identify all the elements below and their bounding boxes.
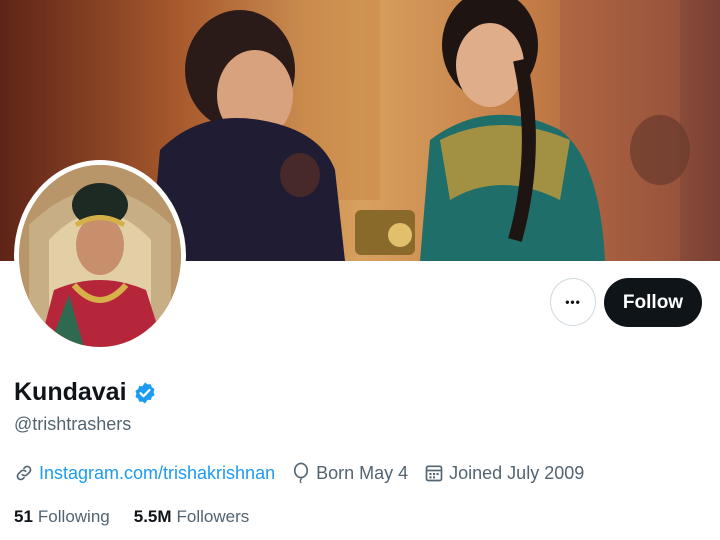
website-item: Instagram.com/trishakrishnan <box>14 463 275 484</box>
verified-badge-icon[interactable] <box>133 381 157 405</box>
joined-date: Joined July 2009 <box>449 462 585 483</box>
following-link[interactable]: 51 Following <box>14 507 110 527</box>
joined-item: Joined July 2009 <box>424 463 584 484</box>
profile-name-row: Kundavai <box>14 378 157 407</box>
followers-label: Followers <box>176 507 250 526</box>
profile-stats: 51 Following 5.5M Followers <box>14 507 273 527</box>
profile-handle: @trishtrashers <box>14 414 132 434</box>
birth-date: Born May 4 <box>316 462 409 483</box>
born-item: Born May 4 <box>291 462 408 484</box>
following-label: Following <box>37 507 110 526</box>
calendar-icon <box>425 465 443 482</box>
avatar-photo <box>19 165 181 347</box>
balloon-icon <box>294 462 309 484</box>
profile-avatar[interactable] <box>14 160 186 352</box>
following-count: 51 <box>14 507 33 526</box>
followers-link[interactable]: 5.5M Followers <box>134 507 250 527</box>
website-link[interactable]: Instagram.com/trishakrishnan <box>39 463 275 484</box>
more-options-button[interactable]: ••• <box>550 278 596 326</box>
followers-count: 5.5M <box>133 507 172 526</box>
profile-name: Kundavai <box>14 378 127 406</box>
profile-meta: Instagram.com/trishakrishnan Born May 4 … <box>14 462 600 484</box>
link-icon <box>16 465 32 481</box>
more-icon: ••• <box>565 295 581 309</box>
follow-button[interactable]: Follow <box>604 278 702 327</box>
